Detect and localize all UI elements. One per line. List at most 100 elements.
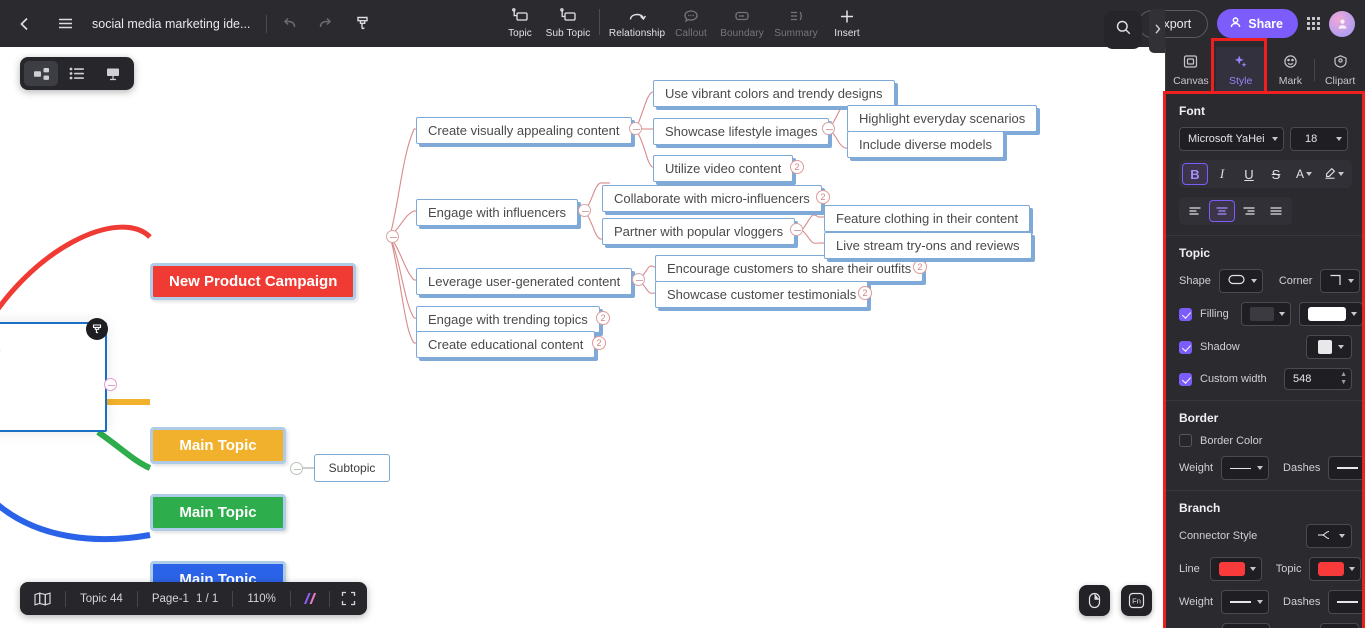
text-highlight-picker[interactable]: [1319, 163, 1349, 185]
node-collaborate-with-micro-influencers[interactable]: Collaborate with micro-influencers: [602, 185, 822, 212]
collapse-engage-with-influencers[interactable]: [578, 204, 591, 217]
filling-color-select[interactable]: [1298, 302, 1363, 326]
bold-button[interactable]: B: [1182, 163, 1208, 185]
chevron-down-icon: [1348, 279, 1355, 283]
tool-insert[interactable]: Insert: [823, 3, 871, 39]
filling-checkbox[interactable]: [1179, 307, 1192, 321]
outline-view-button[interactable]: [60, 61, 94, 86]
avatar[interactable]: [1329, 10, 1355, 37]
zoom-level[interactable]: 110%: [233, 593, 290, 605]
node-create-educational-content[interactable]: Create educational content: [416, 331, 596, 358]
branch-line-color-select[interactable]: [1209, 557, 1262, 581]
connector-style-select[interactable]: [1306, 524, 1352, 548]
font-family-select[interactable]: Microsoft YaHei: [1179, 127, 1284, 151]
branch-count-badge: 2: [592, 336, 606, 350]
map-overview-button[interactable]: [20, 591, 65, 606]
topic-count[interactable]: Topic 44: [66, 593, 137, 605]
redo-icon[interactable]: [307, 7, 341, 41]
tool-relationship[interactable]: Relationship: [607, 3, 667, 39]
hamburger-menu-icon[interactable]: [48, 7, 82, 41]
tool-boundary[interactable]: Boundary: [715, 3, 769, 39]
node-showcase-lifestyle-images[interactable]: Showcase lifestyle images: [653, 118, 830, 145]
node-encourage-customers-to-share[interactable]: Encourage customers to share their outfi…: [655, 255, 924, 282]
mindmap-view-button[interactable]: [24, 61, 58, 86]
back-button[interactable]: [8, 7, 42, 41]
filling-style-select[interactable]: [1240, 302, 1291, 326]
page-indicator[interactable]: Page-1 1 / 1: [138, 593, 232, 605]
node-showcase-customer-testimonials[interactable]: Showcase customer testimonials: [655, 281, 869, 308]
strikethrough-button[interactable]: S: [1263, 163, 1289, 185]
branch-weight-select[interactable]: [1221, 590, 1270, 614]
root-brush-handle[interactable]: [86, 318, 108, 340]
node-label: Create educational content: [428, 337, 584, 352]
collapse-main-topic-green[interactable]: [290, 462, 303, 475]
shadow-checkbox[interactable]: [1179, 340, 1192, 354]
tab-clipart[interactable]: Clipart: [1315, 47, 1365, 93]
node-leverage-user-generated-content[interactable]: Leverage user-generated content: [416, 268, 633, 295]
text-color-picker[interactable]: A: [1290, 163, 1318, 185]
main-topic-orange[interactable]: Main Topic: [150, 427, 286, 464]
branch-arrow-select[interactable]: [1221, 623, 1270, 628]
apps-grid-icon[interactable]: [1307, 17, 1320, 30]
undo-icon[interactable]: [273, 7, 307, 41]
node-highlight-everyday-scenarios[interactable]: Highlight everyday scenarios: [847, 105, 1038, 132]
collapse-showcase-lifestyle-images[interactable]: [822, 122, 835, 135]
underline-button[interactable]: U: [1236, 163, 1262, 185]
tab-mark[interactable]: Mark: [1266, 47, 1316, 93]
italic-button[interactable]: I: [1209, 163, 1235, 185]
align-justify-button[interactable]: [1263, 200, 1289, 222]
tool-callout[interactable]: Callout: [667, 3, 715, 39]
share-button[interactable]: Share: [1217, 9, 1298, 38]
main-topic-new-product-campaign[interactable]: New Product Campaign: [150, 263, 357, 300]
tool-topic[interactable]: Topic: [496, 3, 544, 39]
shape-select[interactable]: [1218, 269, 1263, 293]
shadow-style-select[interactable]: [1306, 335, 1352, 359]
node-use-vibrant-colors[interactable]: Use vibrant colors and trendy designs: [653, 80, 895, 107]
node-live-stream-try-ons-and-reviews[interactable]: Live stream try-ons and reviews: [824, 232, 1032, 259]
tool-summary[interactable]: Summary: [769, 3, 823, 39]
panel-collapse-toggle[interactable]: [1149, 9, 1165, 53]
node-partner-with-popular-vloggers[interactable]: Partner with popular vloggers: [602, 218, 796, 245]
tab-canvas[interactable]: Canvas: [1166, 47, 1216, 93]
collapse-new-product-campaign[interactable]: [386, 230, 399, 243]
tab-style[interactable]: Style: [1215, 47, 1266, 93]
fullscreen-button[interactable]: [330, 591, 367, 606]
main-topic-green[interactable]: Main Topic: [150, 494, 286, 531]
presentation-view-button[interactable]: [96, 61, 130, 86]
shortcuts-button[interactable]: Fn: [1121, 585, 1152, 616]
ai-assistant-button[interactable]: [291, 591, 329, 606]
collapse-partner-with-popular-vloggers[interactable]: [790, 223, 803, 236]
document-title[interactable]: social media marketing ide...: [92, 17, 250, 31]
spinner-arrows[interactable]: ▲ ▼: [1340, 371, 1347, 386]
align-left-button[interactable]: [1182, 200, 1208, 222]
format-painter-icon[interactable]: [345, 7, 379, 41]
align-center-button[interactable]: [1209, 200, 1235, 222]
corner-select[interactable]: [1320, 269, 1361, 293]
search-button[interactable]: [1104, 11, 1142, 49]
tool-sub-topic[interactable]: Sub Topic: [544, 3, 592, 39]
mouse-mode-button[interactable]: [1079, 585, 1110, 616]
node-feature-clothing-in-their-content[interactable]: Feature clothing in their content: [824, 205, 1031, 232]
root-collapse-toggle[interactable]: [104, 378, 117, 391]
font-size-select[interactable]: 18: [1290, 127, 1348, 151]
collapse-create-visually-appealing-content[interactable]: [629, 122, 642, 135]
branch-topic-color-select[interactable]: [1309, 557, 1362, 581]
node-utilize-video-content[interactable]: Utilize video content: [653, 155, 794, 182]
border-color-checkbox[interactable]: [1179, 434, 1192, 447]
node-engage-with-trending-topics[interactable]: Engage with trending topics: [416, 306, 600, 333]
node-create-visually-appealing-content[interactable]: Create visually appealing content: [416, 117, 632, 144]
custom-width-checkbox[interactable]: [1179, 372, 1192, 386]
custom-width-input[interactable]: 548 ▲ ▼: [1284, 368, 1352, 390]
subtopic-node[interactable]: Subtopic: [314, 454, 390, 482]
border-dashes-select[interactable]: [1328, 456, 1365, 480]
node-include-diverse-models[interactable]: Include diverse models: [847, 131, 1004, 158]
border-weight-select[interactable]: [1221, 456, 1270, 480]
branch-style-select[interactable]: [1320, 623, 1360, 628]
align-right-button[interactable]: [1236, 200, 1262, 222]
node-engage-with-influencers[interactable]: Engage with influencers: [416, 199, 579, 226]
branch-dashes-select[interactable]: [1328, 590, 1365, 614]
branch-count-badge: 2: [858, 286, 872, 300]
collapse-leverage-user-generated-content[interactable]: [632, 273, 645, 286]
mindmap-canvas[interactable]: a newrgetls. New Product Campaign Main T…: [0, 47, 1160, 628]
center-tool-group: Topic Sub Topic Relationship Callout Bou…: [496, 3, 871, 47]
